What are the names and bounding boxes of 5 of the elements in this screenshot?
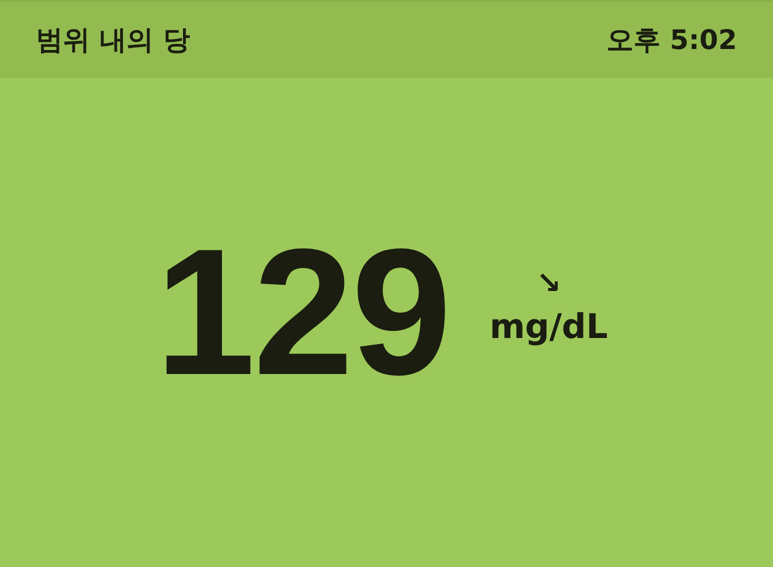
status-title: 범위 내의 당 <box>36 24 190 58</box>
glucose-value: 129 <box>155 222 450 402</box>
unit-label: mg/dL <box>490 306 608 346</box>
time-label: 오후 5:02 <box>606 24 737 58</box>
trend-arrow: ↘ <box>536 268 562 298</box>
